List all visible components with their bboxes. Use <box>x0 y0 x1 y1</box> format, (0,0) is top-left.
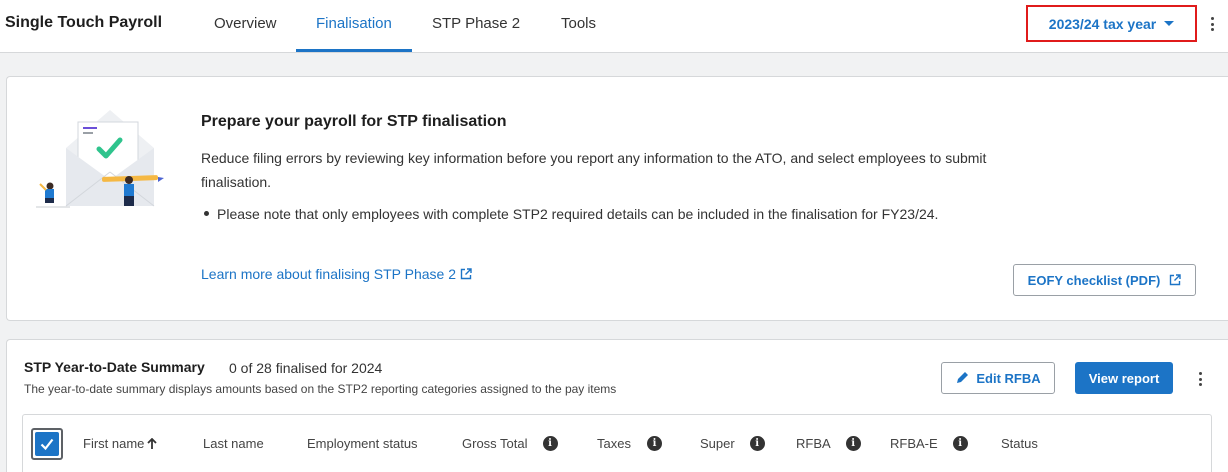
info-icon[interactable]: i <box>845 436 861 451</box>
info-icon[interactable]: i <box>749 436 765 451</box>
tab-overview[interactable]: Overview <box>214 15 277 32</box>
info-icon[interactable]: i <box>646 436 662 451</box>
finalisation-heading: Prepare your payroll for STP finalisatio… <box>201 113 507 130</box>
sort-ascending-icon <box>147 437 158 449</box>
column-header-super[interactable]: Super i <box>700 436 765 451</box>
tax-year-label: 2023/24 tax year <box>1048 15 1157 32</box>
active-tab-indicator <box>296 49 412 52</box>
checkmark-icon <box>40 438 54 451</box>
external-link-icon <box>460 268 472 280</box>
eofy-checklist-label: EOFY checklist (PDF) <box>1027 272 1161 288</box>
learn-more-label: Learn more about finalising STP Phase 2 <box>201 266 457 282</box>
column-label: Taxes <box>597 436 631 451</box>
tab-stp-phase-2[interactable]: STP Phase 2 <box>432 15 520 32</box>
more-options-icon[interactable] <box>1211 17 1215 34</box>
edit-rfba-button[interactable]: Edit RFBA <box>941 362 1055 394</box>
eofy-checklist-button[interactable]: EOFY checklist (PDF) <box>1013 264 1196 296</box>
finalisation-note: Please note that only employees with com… <box>217 206 939 222</box>
column-header-first-name[interactable]: First name <box>83 436 158 451</box>
tab-finalisation[interactable]: Finalisation <box>316 15 392 32</box>
pencil-icon <box>957 372 969 383</box>
tax-year-dropdown[interactable]: 2023/24 tax year <box>1026 5 1197 42</box>
column-label: Status <box>1001 436 1038 451</box>
envelope-illustration-icon <box>36 110 164 208</box>
info-icon[interactable]: i <box>542 436 558 451</box>
column-label: Last name <box>203 436 264 451</box>
finalised-count: 0 of 28 finalised for 2024 <box>229 360 383 376</box>
learn-more-link[interactable]: Learn more about finalising STP Phase 2 <box>201 266 472 282</box>
column-header-taxes[interactable]: Taxes i <box>597 436 662 451</box>
column-header-employment-status[interactable]: Employment status <box>307 436 418 451</box>
edit-rfba-label: Edit RFBA <box>976 370 1041 386</box>
external-link-icon <box>1170 274 1182 286</box>
more-options-icon[interactable] <box>1199 372 1203 389</box>
bullet-point <box>204 211 209 216</box>
column-label: RFBA-E <box>890 436 938 451</box>
view-report-button[interactable]: View report <box>1075 362 1173 394</box>
column-label: Employment status <box>307 436 418 451</box>
column-header-last-name[interactable]: Last name <box>203 436 264 451</box>
column-header-gross-total[interactable]: Gross Total i <box>462 436 558 451</box>
column-label: Super <box>700 436 735 451</box>
select-all-checkbox[interactable] <box>31 428 63 460</box>
column-label: RFBA <box>796 436 831 451</box>
summary-title: STP Year-to-Date Summary <box>24 359 205 375</box>
app-title: Single Touch Payroll <box>5 14 163 31</box>
info-icon[interactable]: i <box>952 436 968 451</box>
tab-tools[interactable]: Tools <box>561 15 596 32</box>
column-header-rfba-e[interactable]: RFBA-E i <box>890 436 968 451</box>
finalisation-description: Reduce filing errors by reviewing key in… <box>201 150 987 190</box>
column-label: First name <box>83 436 145 451</box>
summary-subtitle: The year-to-date summary displays amount… <box>24 382 617 396</box>
column-header-rfba[interactable]: RFBA i <box>796 436 861 451</box>
column-label: Gross Total <box>462 436 528 451</box>
chevron-down-icon <box>1164 21 1175 26</box>
column-header-status[interactable]: Status <box>1001 436 1038 451</box>
